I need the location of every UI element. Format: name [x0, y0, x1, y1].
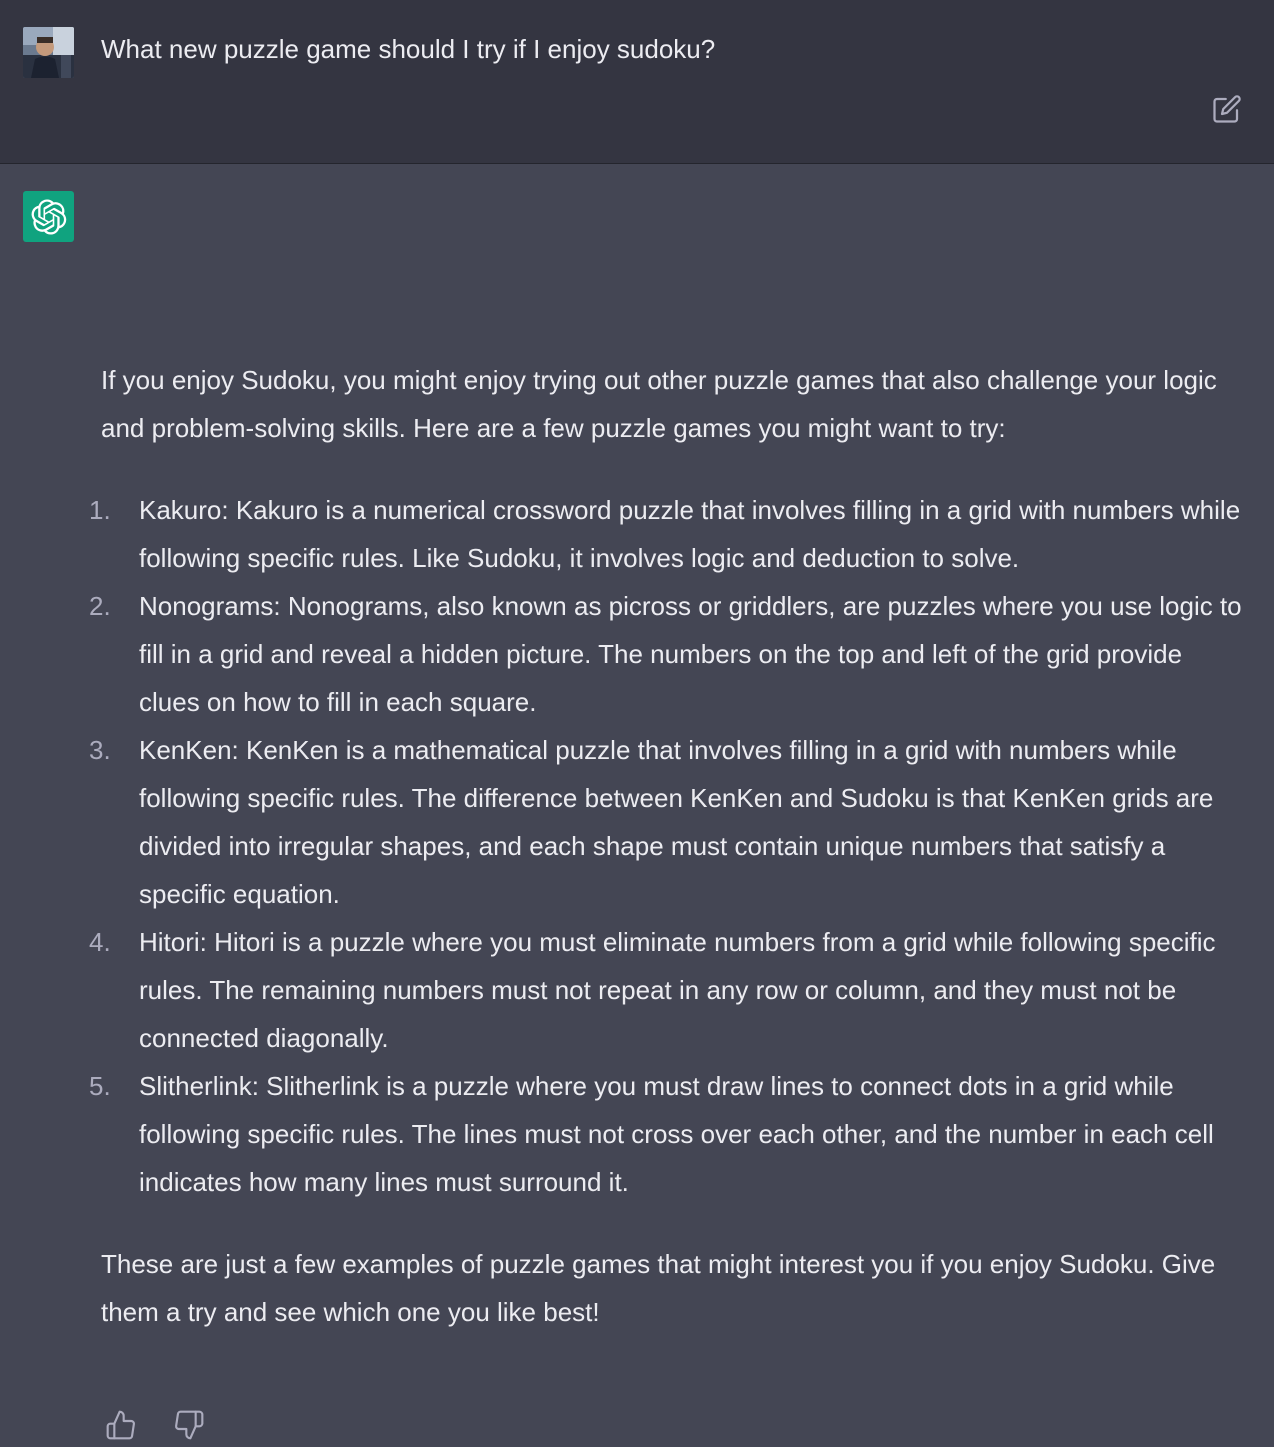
edit-message-button[interactable] — [1212, 94, 1242, 124]
assistant-response: If you enjoy Sudoku, you might enjoy try… — [89, 356, 1246, 1336]
response-outro: These are just a few examples of puzzle … — [101, 1249, 1216, 1327]
list-number: 5. — [89, 1071, 111, 1101]
list-item: 4. Hitori: Hitori is a puzzle where you … — [89, 918, 1246, 1062]
list-item-text: Nonograms: Nonograms, also known as picr… — [139, 591, 1242, 717]
list-number: 2. — [89, 591, 111, 621]
assistant-avatar — [23, 191, 74, 242]
user-avatar — [23, 27, 74, 78]
openai-logo-icon — [31, 198, 66, 235]
list-number: 4. — [89, 927, 111, 957]
feedback-controls — [105, 1408, 205, 1442]
list-item: 5. Slitherlink: Slitherlink is a puzzle … — [89, 1062, 1246, 1206]
thumbs-down-icon — [175, 1410, 204, 1440]
list-number: 3. — [89, 735, 111, 765]
list-item-text: Hitori: Hitori is a puzzle where you mus… — [139, 927, 1216, 1053]
list-item: 1. Kakuro: Kakuro is a numerical crosswo… — [89, 486, 1246, 582]
puzzle-game-list: 1. Kakuro: Kakuro is a numerical crosswo… — [89, 486, 1246, 1206]
thumbs-up-button[interactable] — [105, 1408, 137, 1442]
edit-icon — [1213, 95, 1241, 123]
list-item-text: Kakuro: Kakuro is a numerical crossword … — [139, 495, 1241, 573]
list-item: 2. Nonograms: Nonograms, also known as p… — [89, 582, 1246, 726]
list-item-text: KenKen: KenKen is a mathematical puzzle … — [139, 735, 1214, 909]
user-message-text: What new puzzle game should I try if I e… — [101, 34, 716, 64]
user-photo-avatar-icon — [23, 27, 74, 78]
thumbs-up-icon — [106, 1410, 135, 1440]
thumbs-down-button[interactable] — [173, 1408, 205, 1442]
list-item: 3. KenKen: KenKen is a mathematical puzz… — [89, 726, 1246, 918]
list-item-text: Slitherlink: Slitherlink is a puzzle whe… — [139, 1071, 1214, 1197]
response-intro: If you enjoy Sudoku, you might enjoy try… — [101, 365, 1217, 443]
list-number: 1. — [89, 495, 111, 525]
user-message-block: What new puzzle game should I try if I e… — [0, 0, 1274, 164]
